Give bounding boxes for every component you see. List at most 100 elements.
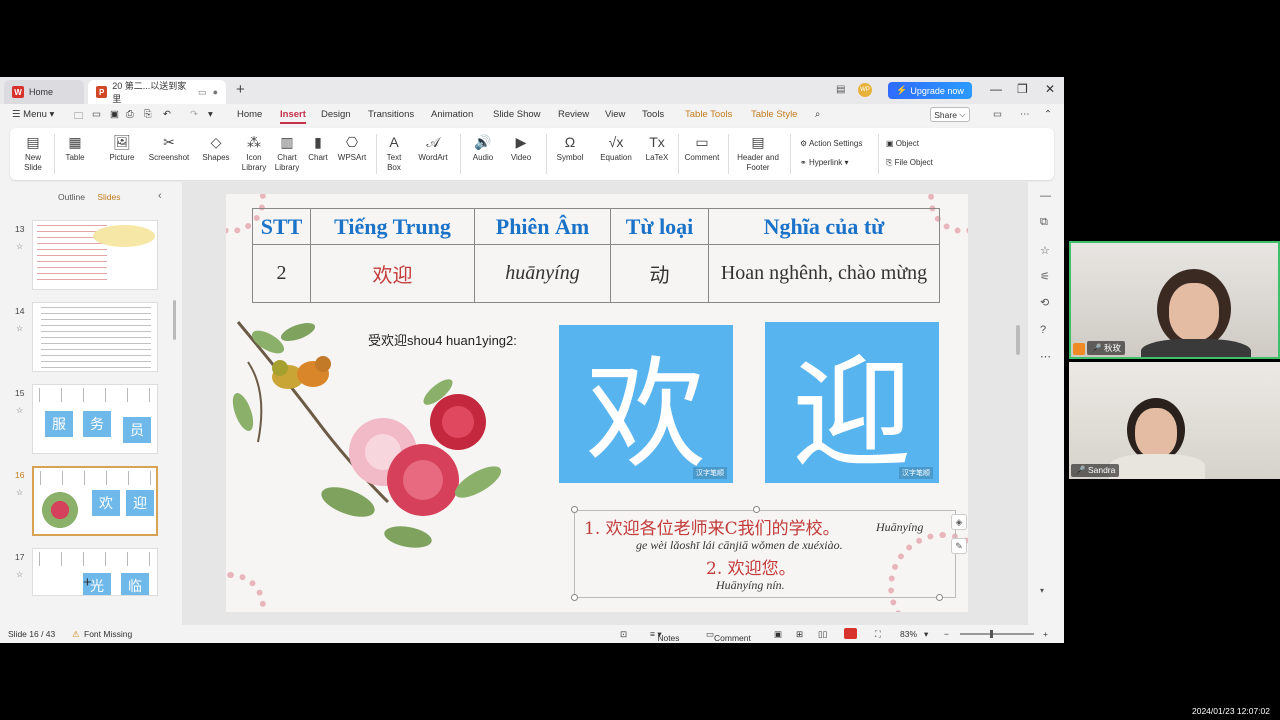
new-slide-button[interactable]: ▤ New Slide bbox=[18, 134, 48, 173]
current-slide[interactable]: STT Tiếng Trung Phiên Âm Từ loại Nghĩa c… bbox=[226, 194, 968, 612]
icon-library-button[interactable]: ⁂ Icon Library bbox=[238, 134, 270, 173]
zoom-in-icon[interactable]: + bbox=[1043, 629, 1048, 639]
chart-button[interactable]: ▮ Chart bbox=[306, 134, 330, 163]
example-sentence-1[interactable]: 1. 欢迎各位老师来C我们的学校。 bbox=[584, 514, 840, 539]
slide-sorter-icon[interactable]: ⊞ bbox=[796, 629, 803, 640]
menu-button[interactable]: ☰ Menu ▾ bbox=[12, 109, 54, 120]
vocabulary-table[interactable]: STT Tiếng Trung Phiên Âm Từ loại Nghĩa c… bbox=[252, 208, 940, 303]
wpsart-button[interactable]: ⎔ WPSArt bbox=[336, 134, 368, 163]
history-icon[interactable]: ⟲ bbox=[1040, 296, 1049, 309]
menu-table-tools[interactable]: Table Tools bbox=[685, 109, 732, 120]
resize-handle[interactable] bbox=[753, 506, 760, 513]
menu-animation[interactable]: Animation bbox=[431, 109, 473, 120]
reading-view-icon[interactable]: ⊡ bbox=[620, 629, 627, 640]
tab-slides[interactable]: Slides bbox=[97, 192, 120, 202]
restore-icon[interactable]: ❐ bbox=[1017, 82, 1028, 96]
menu-transitions[interactable]: Transitions bbox=[368, 109, 414, 120]
undo-icon[interactable]: ↶ bbox=[163, 109, 171, 120]
example-1-pinyin-start[interactable]: Huānyíng bbox=[876, 520, 923, 535]
cell-stt[interactable]: 2 bbox=[252, 244, 311, 303]
cell-chinese[interactable]: 欢迎 bbox=[310, 244, 475, 303]
example-1-pinyin[interactable]: ge wèi lǎoshī lái cānjiā wǒmen de xuéxià… bbox=[636, 538, 843, 553]
latex-button[interactable]: Tx LaTeX bbox=[642, 134, 672, 163]
header-chinese[interactable]: Tiếng Trung bbox=[310, 208, 475, 245]
equation-button[interactable]: √x Equation bbox=[594, 134, 638, 163]
menu-slide-show[interactable]: Slide Show bbox=[493, 109, 541, 120]
character-card-ying[interactable]: 迎 汉字笔顺 bbox=[765, 322, 939, 484]
object-button[interactable]: ▣ Object bbox=[886, 139, 919, 148]
redo-icon[interactable]: ↷ bbox=[190, 109, 198, 120]
header-stt[interactable]: STT bbox=[252, 208, 311, 245]
star-icon[interactable]: ☆ bbox=[16, 242, 23, 251]
cell-meaning[interactable]: Hoan nghênh, chào mừng bbox=[708, 244, 940, 303]
star-icon[interactable]: ☆ bbox=[16, 570, 23, 579]
slide-thumbnail-16[interactable]: 欢 迎 bbox=[32, 466, 158, 536]
example-sentence-2[interactable]: 2. 欢迎您。 bbox=[706, 554, 796, 579]
comment-status-button[interactable]: ▭ Comment bbox=[706, 629, 751, 643]
slide-design-icon[interactable]: ⧉ bbox=[1040, 216, 1048, 229]
tab-display-icon[interactable]: ▭ bbox=[198, 87, 207, 98]
menu-review[interactable]: Review bbox=[558, 109, 589, 120]
table-button[interactable]: ▦ Table bbox=[60, 134, 90, 163]
more-icon[interactable]: ⋯ bbox=[1040, 350, 1051, 363]
user-avatar[interactable]: WP bbox=[858, 83, 872, 97]
menu-design[interactable]: Design bbox=[321, 109, 351, 120]
properties-icon[interactable]: ⚟ bbox=[1040, 270, 1050, 283]
normal-view-icon[interactable]: ▣ bbox=[774, 629, 782, 640]
header-footer-button[interactable]: ▤ Header and Footer bbox=[734, 134, 782, 173]
star-icon[interactable]: ☆ bbox=[16, 406, 23, 415]
print-icon[interactable]: ⎙ bbox=[126, 109, 134, 120]
menu-insert[interactable]: Insert bbox=[280, 109, 306, 124]
video-button[interactable]: ▶ Video bbox=[504, 134, 538, 163]
menu-tools[interactable]: Tools bbox=[642, 109, 664, 120]
example-2-pinyin[interactable]: Huānyíng nín. bbox=[716, 578, 785, 593]
zoom-slider-knob[interactable] bbox=[990, 630, 993, 638]
shapes-button[interactable]: ◇ Shapes bbox=[198, 134, 234, 163]
hyperlink-button[interactable]: ⚭ Hyperlink ▾ bbox=[800, 158, 849, 167]
canvas-scrollbar[interactable] bbox=[1016, 325, 1020, 355]
notes-button[interactable]: ≡ Notes ▾ bbox=[650, 629, 680, 643]
text-box-button[interactable]: A Text Box bbox=[382, 134, 406, 173]
more-options-icon[interactable]: ⋯ bbox=[1020, 109, 1030, 120]
open-icon[interactable]: ▭ bbox=[92, 109, 101, 120]
zoom-level[interactable]: 83% bbox=[900, 629, 917, 639]
preview-icon[interactable]: ⎘ bbox=[144, 109, 152, 120]
star-icon[interactable]: ☆ bbox=[16, 488, 23, 497]
symbol-button[interactable]: Ω Symbol bbox=[552, 134, 588, 163]
window-layout-icon[interactable]: ▤ bbox=[836, 84, 845, 95]
share-button[interactable]: Share ⌵ bbox=[930, 107, 970, 122]
tab-outline[interactable]: Outline bbox=[58, 192, 85, 202]
tab-home[interactable]: W Home bbox=[4, 80, 84, 104]
export-icon[interactable]: ▣ bbox=[110, 109, 119, 120]
format-painter-icon[interactable]: ✎ bbox=[951, 538, 967, 554]
save-icon[interactable]: 🗀 bbox=[74, 109, 84, 125]
reading-icon[interactable]: ▯▯ bbox=[818, 629, 827, 640]
character-card-huan[interactable]: 欢 汉字笔顺 bbox=[559, 325, 733, 485]
add-slide-plus-icon[interactable]: + bbox=[83, 574, 92, 591]
collapse-ribbon-icon[interactable]: ⌃ bbox=[1044, 109, 1052, 120]
zoom-dropdown-icon[interactable]: ▾ bbox=[924, 629, 928, 640]
action-settings-button[interactable]: ⚙ Action Settings bbox=[800, 139, 862, 148]
minimize-icon[interactable]: — bbox=[990, 82, 1002, 96]
video-tile-participant-2[interactable]: 🎤 Sandra bbox=[1069, 362, 1280, 479]
star-icon[interactable]: ☆ bbox=[16, 324, 23, 333]
cell-pinyin[interactable]: huānyíng bbox=[474, 244, 611, 303]
audio-button[interactable]: 🔊 Audio bbox=[466, 134, 500, 163]
screenshot-button[interactable]: ✂ Screenshot bbox=[144, 134, 194, 163]
minimize-pane-icon[interactable]: — bbox=[1040, 190, 1051, 202]
zoom-slider[interactable] bbox=[960, 633, 1034, 635]
help-icon[interactable]: ? bbox=[1040, 324, 1046, 336]
close-icon[interactable]: ✕ bbox=[1045, 82, 1055, 96]
resize-handle[interactable] bbox=[571, 506, 578, 513]
layers-icon[interactable]: ◈ bbox=[951, 514, 967, 530]
favorites-star-icon[interactable]: ☆ bbox=[1040, 244, 1050, 257]
slide-thumbnail-17[interactable]: 光 临 bbox=[32, 548, 158, 596]
upgrade-button[interactable]: ⚡ Upgrade now bbox=[888, 82, 972, 99]
customize-dropdown-icon[interactable]: ▾ bbox=[208, 109, 213, 120]
slide-thumbnail-13[interactable] bbox=[32, 220, 158, 290]
comment-button[interactable]: ▭ Comment bbox=[682, 134, 722, 163]
font-missing-label[interactable]: Font Missing bbox=[84, 629, 132, 639]
menu-home[interactable]: Home bbox=[237, 109, 262, 120]
video-tile-participant-1[interactable]: 🎤 秋玫 bbox=[1069, 241, 1280, 359]
collapse-panel-icon[interactable]: ‹ bbox=[158, 190, 162, 202]
